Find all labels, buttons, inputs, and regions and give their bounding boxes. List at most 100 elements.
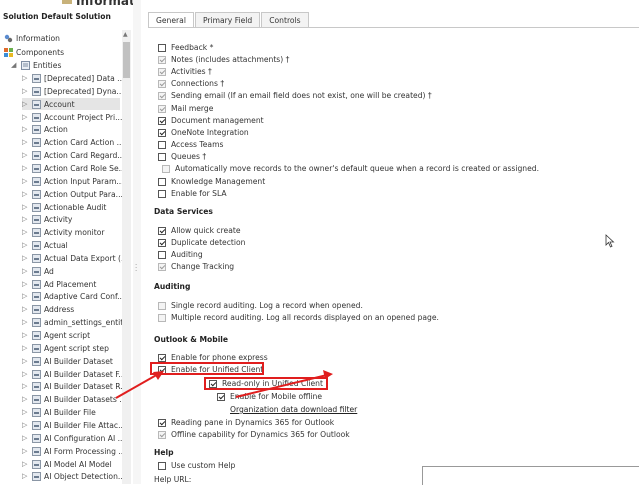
expand-icon[interactable]: ▷ [22, 203, 28, 211]
queues-auto-move-checkbox[interactable] [162, 164, 170, 173]
expand-icon[interactable]: ▷ [22, 434, 28, 442]
option-checkbox[interactable] [158, 250, 166, 259]
tree-item-entity[interactable]: ▷ Actionable Audit [22, 201, 120, 213]
tree-scrollbar[interactable] [122, 30, 131, 484]
reading-pane-checkbox[interactable] [158, 418, 166, 427]
expand-icon[interactable]: ▷ [22, 190, 28, 198]
phone-express-checkbox[interactable] [158, 353, 166, 362]
checkbox-option[interactable]: Access Teams [158, 139, 223, 150]
tree-item-entity[interactable]: ▷ Action [22, 123, 120, 135]
option-checkbox[interactable] [158, 104, 166, 113]
expand-icon[interactable]: ▷ [22, 87, 28, 95]
tree-item-entity[interactable]: ▷ AI Configuration AI ... [22, 432, 125, 444]
tree-item-entity[interactable]: ▷ Address [22, 303, 120, 315]
expand-icon[interactable]: ▷ [22, 395, 28, 403]
mobile-offline-checkbox[interactable] [217, 392, 225, 401]
checkbox-option[interactable]: Multiple record auditing. Log all record… [158, 312, 439, 323]
option-checkbox[interactable] [158, 262, 166, 271]
expand-icon[interactable]: ▷ [22, 344, 28, 352]
expand-icon[interactable]: ▷ [22, 305, 28, 313]
checkbox-option[interactable]: Document management [158, 115, 264, 126]
checkbox-option[interactable]: Duplicate detection [158, 237, 245, 248]
reading-pane-option[interactable]: Reading pane in Dynamics 365 for Outlook [158, 417, 334, 428]
option-checkbox[interactable] [158, 226, 166, 235]
expand-icon[interactable]: ▷ [22, 215, 28, 223]
tree-item-entity[interactable]: ▷ Action Output Para... [22, 188, 123, 200]
checkbox-option[interactable]: Sending email (If an email field does no… [158, 90, 432, 101]
checkbox-option[interactable]: Mail merge [158, 103, 213, 114]
option-checkbox[interactable] [158, 116, 166, 125]
checkbox-option[interactable]: Queues † [158, 151, 206, 162]
expand-icon[interactable]: ▷ [22, 447, 28, 455]
custom-help-checkbox[interactable] [158, 461, 166, 470]
expand-icon[interactable]: ▷ [22, 267, 28, 275]
mobile-offline-option[interactable]: Enable for Mobile offline [217, 391, 322, 402]
enable-sla-checkbox[interactable] [158, 189, 166, 198]
option-checkbox[interactable] [158, 301, 166, 310]
expand-icon[interactable]: ▷ [22, 113, 28, 121]
tree-item-entity[interactable]: ▷ AI Form Processing ... [22, 445, 126, 457]
checkbox-option[interactable]: Single record auditing. Log a record whe… [158, 300, 363, 311]
help-url-input[interactable] [422, 466, 639, 485]
tree-item-entity[interactable]: ▷ Activity monitor [22, 226, 120, 238]
option-checkbox[interactable] [158, 67, 166, 76]
expand-icon[interactable]: ▷ [22, 382, 28, 390]
expand-icon[interactable]: ▷ [22, 331, 28, 339]
expand-icon[interactable]: ▷ [22, 125, 28, 133]
tree-item-entity[interactable]: ▷ Action Card Action ... [22, 136, 124, 148]
tree-item-entity[interactable]: ▷ AI Model AI Model [22, 458, 120, 470]
tree-item-entity[interactable]: ▷ admin_settings_entity [22, 316, 128, 328]
tree-item-entity[interactable]: ▷ Ad Placement [22, 278, 120, 290]
tree-item-entity[interactable]: ▷ AI Builder File [22, 406, 120, 418]
option-checkbox[interactable] [158, 79, 166, 88]
expand-icon[interactable]: ▷ [22, 241, 28, 249]
checkbox-option[interactable]: OneNote Integration [158, 127, 249, 138]
expand-icon[interactable]: ▷ [22, 151, 28, 159]
option-checkbox[interactable] [158, 152, 166, 161]
tree-item-entity[interactable]: ▷ AI Builder File Attac... [22, 419, 125, 431]
expand-icon[interactable]: ▷ [22, 74, 28, 82]
expand-icon[interactable]: ▷ [22, 408, 28, 416]
org-data-download-filter-link[interactable]: Organization data download filter [230, 405, 357, 414]
tree-item-entity[interactable]: ▷ AI Builder Datasets ... [22, 393, 126, 405]
expand-icon[interactable]: ▷ [22, 228, 28, 236]
expand-icon[interactable]: ▷ [22, 460, 28, 468]
option-checkbox[interactable] [158, 128, 166, 137]
tree-item-entity[interactable]: ▷ Adaptive Card Conf... [22, 290, 124, 302]
option-checkbox[interactable] [158, 313, 166, 322]
tree-item-entity[interactable]: ▷ AI Builder Dataset F... [22, 368, 126, 380]
checkbox-option[interactable]: Auditing [158, 249, 203, 260]
tree-item-entity[interactable]: ▷ Action Card Role Se... [22, 162, 126, 174]
tree-item-entities[interactable]: ◢ Entities [11, 59, 61, 71]
tree-item-entity[interactable]: ▷ Action Card Regard... [22, 149, 125, 161]
option-checkbox[interactable] [158, 140, 166, 149]
expand-icon[interactable]: ▷ [22, 292, 28, 300]
custom-help-option[interactable]: Use custom Help [158, 460, 235, 471]
tree-item-entity[interactable]: ▷ AI Object Detection... [22, 470, 125, 482]
tab-general[interactable]: General [148, 12, 194, 28]
expand-icon[interactable]: ▷ [22, 100, 28, 108]
offline-capability-checkbox[interactable] [158, 430, 166, 439]
tree-item-entity[interactable]: ▷ Account Project Pri... [22, 111, 122, 123]
option-checkbox[interactable] [158, 238, 166, 247]
panel-splitter[interactable] [133, 0, 141, 484]
tree-item-entity[interactable]: ▷ Ad [22, 265, 120, 277]
checkbox-option[interactable]: Allow quick create [158, 225, 241, 236]
scrollbar-thumb[interactable] [123, 42, 130, 78]
tree-item-entity[interactable]: ▷ [Deprecated] Data ... [22, 72, 124, 84]
expand-icon[interactable]: ▷ [22, 280, 28, 288]
checkbox-option[interactable]: Notes (includes attachments) † [158, 54, 289, 65]
tree-item-entity[interactable]: ▷ Actual Data Export (... [22, 252, 128, 264]
enable-sla-option[interactable]: Enable for SLA [158, 188, 227, 199]
tree-item-entity[interactable]: ▷ Account [22, 98, 120, 110]
checkbox-option[interactable]: Feedback * [158, 42, 213, 53]
tree-item-components[interactable]: Components [4, 46, 64, 58]
checkbox-option[interactable]: Change Tracking [158, 261, 234, 272]
queues-auto-move-option[interactable]: Automatically move records to the owner'… [162, 163, 539, 174]
expand-icon[interactable]: ▷ [22, 421, 28, 429]
option-checkbox[interactable] [158, 91, 166, 100]
tree-item-entity[interactable]: ▷ Actual [22, 239, 120, 251]
collapse-icon[interactable]: ◢ [11, 61, 17, 69]
tree-item-entity[interactable]: ▷ Agent script [22, 329, 120, 341]
expand-icon[interactable]: ▷ [22, 177, 28, 185]
